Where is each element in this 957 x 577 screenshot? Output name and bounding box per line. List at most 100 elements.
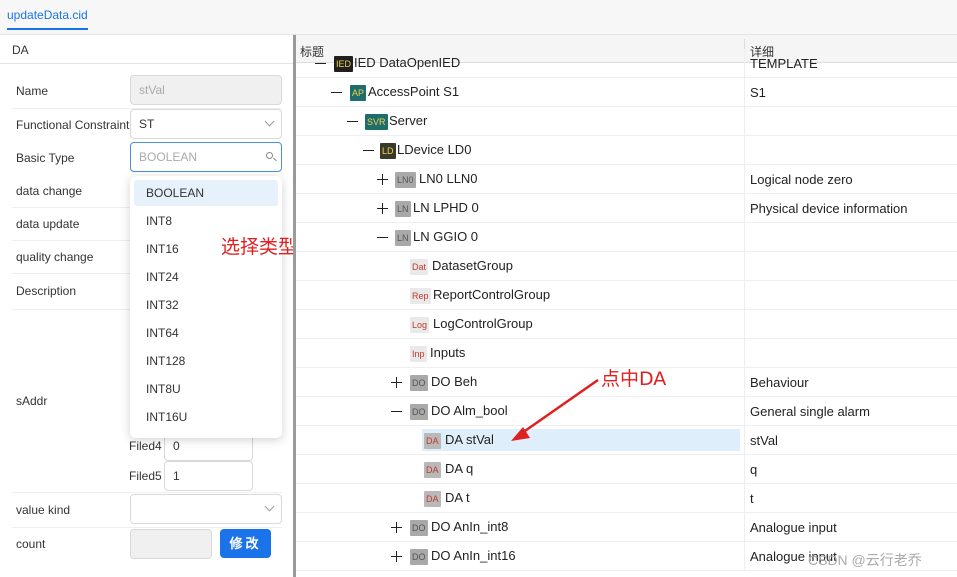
filed5-label: Filed5 [129, 469, 162, 483]
tree-panel: 标题 详细 IED IED DataOpenIED TEMPLATE AP Ac… [296, 35, 957, 577]
quality-change-label: quality change [16, 250, 94, 264]
collapse-icon[interactable] [331, 87, 342, 98]
dropdown-option[interactable]: INT24 [134, 264, 278, 290]
filed5-field[interactable]: 1 [164, 461, 253, 491]
logical-node-icon: LN [395, 201, 411, 217]
divider [12, 492, 282, 493]
divider [12, 527, 282, 528]
column-divider [744, 252, 745, 281]
watermark: CSDN @云行老乔 [808, 552, 922, 568]
collapse-icon[interactable] [363, 145, 374, 156]
data-update-label: data update [16, 217, 80, 231]
collapse-icon[interactable] [391, 406, 402, 417]
column-divider [744, 223, 745, 252]
annotation-click-da: 点中DA [601, 368, 667, 390]
server-icon: SVR [365, 114, 388, 130]
tree-node-detail: S1 [750, 85, 766, 100]
dropdown-option[interactable]: BOOLEAN [134, 180, 278, 206]
name-field[interactable]: stVal [130, 75, 282, 105]
column-divider [744, 165, 745, 194]
panel-title: DA [12, 43, 29, 57]
tree-row[interactable]: DA DA q q [296, 455, 957, 484]
tree-row[interactable]: IED IED DataOpenIED TEMPLATE [296, 49, 957, 78]
column-divider [744, 542, 745, 571]
tree-node-label: AccessPoint S1 [368, 84, 460, 99]
filed4-label: Filed4 [129, 439, 162, 453]
expand-icon[interactable] [377, 174, 388, 185]
tree-node-detail: Physical device information [750, 201, 908, 216]
log-control-icon: Log [410, 317, 430, 333]
fc-select[interactable]: ST [130, 109, 282, 139]
tree-node-detail: General single alarm [750, 404, 870, 419]
tree-node-label: IED DataOpenIED [354, 55, 461, 70]
column-divider [744, 368, 745, 397]
value-kind-label: value kind [16, 503, 71, 517]
tree-node-label: DA q [445, 461, 474, 476]
tree-row[interactable]: LN LN LPHD 0 Physical device information [296, 194, 957, 223]
data-attribute-icon: DA [424, 433, 441, 449]
dropdown-option[interactable]: INT32 [134, 292, 278, 318]
tree-node-label: Server [389, 113, 428, 128]
tree-row[interactable]: LD LDevice LD0 [296, 136, 957, 165]
tree-node-detail: TEMPLATE [750, 56, 818, 71]
collapse-icon[interactable] [377, 232, 388, 243]
description-label: Description [16, 284, 77, 298]
tree-node-label: LN0 LLN0 [419, 171, 478, 186]
ldevice-icon: LD [380, 143, 396, 159]
column-divider [744, 136, 745, 165]
basic-type-dropdown: BOOLEAN INT8 INT16 INT24 INT32 INT64 INT… [130, 176, 282, 438]
ied-icon: IED [334, 56, 354, 72]
tree-row[interactable]: Rep ReportControlGroup [296, 281, 957, 310]
column-divider [744, 194, 745, 223]
collapse-icon[interactable] [347, 116, 358, 127]
value-kind-select[interactable] [130, 494, 282, 524]
column-divider [744, 339, 745, 368]
column-divider [744, 455, 745, 484]
tree-row[interactable]: Dat DatasetGroup [296, 252, 957, 281]
tree-node-label: ReportControlGroup [433, 287, 551, 302]
tree-node-label: DA t [445, 490, 470, 505]
tree-node-label: LogControlGroup [433, 316, 533, 331]
modify-button[interactable]: 修改 [220, 529, 271, 558]
tree-row[interactable]: LN0 LN0 LLN0 Logical node zero [296, 165, 957, 194]
divider [0, 63, 293, 64]
column-divider [744, 484, 745, 513]
tree-node-detail: Analogue input [750, 520, 837, 535]
dropdown-option[interactable]: INT128 [134, 348, 278, 374]
expand-icon[interactable] [377, 203, 388, 214]
count-label: count [16, 537, 46, 551]
tree-row[interactable]: DO DO AnIn_int8 Analogue input [296, 513, 957, 542]
tree-row[interactable]: Log LogControlGroup [296, 310, 957, 339]
column-divider [744, 107, 745, 136]
tree-row[interactable]: DO DO Alm_bool General single alarm [296, 397, 957, 426]
tree-node-detail: Behaviour [750, 375, 809, 390]
column-divider [744, 397, 745, 426]
expand-icon[interactable] [391, 377, 402, 388]
tree-row[interactable]: LN LN GGIO 0 [296, 223, 957, 252]
dropdown-option[interactable]: INT16U [134, 404, 278, 430]
tree-row[interactable]: SVR Server [296, 107, 957, 136]
tree-row[interactable]: DA DA t t [296, 484, 957, 513]
chevron-down-icon [264, 116, 275, 127]
search-icon [266, 152, 273, 159]
expand-icon[interactable] [391, 551, 402, 562]
expand-icon[interactable] [391, 522, 402, 533]
data-attribute-icon: DA [424, 491, 441, 507]
tree-node-detail: q [750, 462, 758, 477]
tab-updatedata-cid[interactable]: updateData.cid [7, 8, 88, 30]
count-field[interactable] [130, 529, 212, 559]
column-divider [744, 281, 745, 310]
dropdown-option[interactable]: INT64 [134, 320, 278, 346]
access-point-icon: AP [350, 85, 367, 101]
basic-type-select[interactable]: BOOLEAN [130, 142, 282, 172]
tree-node-label: DA stVal [445, 432, 494, 447]
dropdown-option[interactable]: INT8U [134, 376, 278, 402]
collapse-icon[interactable] [315, 58, 326, 69]
tree-node-label: LDevice LD0 [397, 142, 472, 157]
tree-row[interactable]: AP AccessPoint S1 S1 [296, 78, 957, 107]
tree-row-selected[interactable]: DA DA stVal stVal [296, 426, 957, 455]
tree-node-detail: t [750, 491, 754, 506]
dropdown-option[interactable]: INT8 [134, 208, 278, 234]
tree-node-label: LN GGIO 0 [413, 229, 479, 244]
fc-label: Functional Constraint [16, 118, 130, 132]
